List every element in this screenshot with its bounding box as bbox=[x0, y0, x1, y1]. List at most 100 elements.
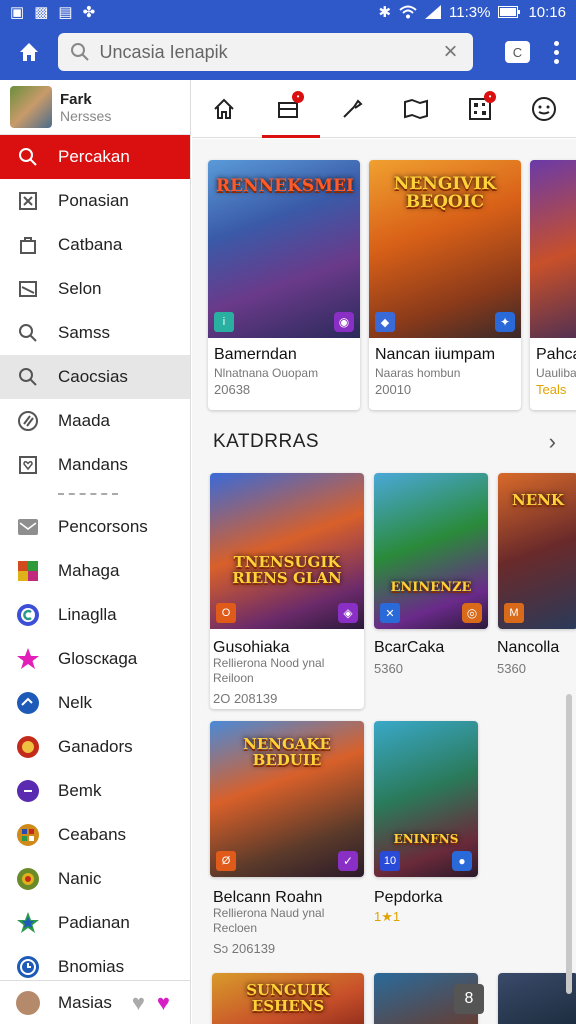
game-artwork bbox=[498, 973, 576, 1024]
sidebar-item-label: Ganadors bbox=[58, 737, 133, 756]
sidebar-item-label: Mandans bbox=[58, 455, 128, 474]
box-x-icon bbox=[16, 189, 40, 213]
card-title: Gusohiaka bbox=[213, 639, 290, 656]
game-card[interactable]: NENGAKE BEDUIE Ø ✓ bbox=[210, 721, 364, 877]
game-card[interactable]: ENINENZE ✕ ◎ bbox=[374, 473, 488, 629]
sidebar-item-selon[interactable]: Selon bbox=[0, 267, 190, 311]
card-meta: 20010 bbox=[375, 382, 412, 397]
tab-map[interactable] bbox=[384, 80, 448, 138]
genre-badge: ◈ bbox=[338, 603, 358, 623]
c-button[interactable]: C bbox=[504, 41, 531, 63]
sidebar-app-linaglla[interactable]: Linaglla bbox=[0, 593, 190, 637]
card-subtitle: Reiloon bbox=[213, 671, 254, 685]
circle-lines-icon bbox=[16, 409, 40, 433]
game-logo: RENNEKSMEI bbox=[216, 176, 354, 196]
sidebar-app-nelk[interactable]: Nelk bbox=[0, 681, 190, 725]
card-subtitle: Naaras hombun bbox=[375, 366, 461, 380]
game-card[interactable]: SUNGUIK ESHENS bbox=[212, 973, 364, 1024]
featured-card[interactable]: RENNEKSMEI i ◉ Bamerndan Nlnatnana Ouopa… bbox=[208, 160, 360, 410]
notification-icon: ▣ bbox=[10, 3, 25, 21]
sidebar-item-catbana[interactable]: Catbana bbox=[0, 223, 190, 267]
more-options-button[interactable] bbox=[536, 32, 576, 72]
slash-box-icon bbox=[16, 277, 40, 301]
sidebar-app-ganadors[interactable]: Ganadors bbox=[0, 725, 190, 769]
heart-icon[interactable]: ♥ bbox=[157, 990, 170, 1016]
profile-header[interactable]: Fark Nersses bbox=[0, 80, 190, 135]
shield-badge: ◆ bbox=[375, 312, 395, 332]
chevron-right-icon[interactable]: › bbox=[549, 429, 556, 455]
card-meta: 2O 208139 bbox=[213, 691, 278, 706]
sidebar-app-mahaga[interactable]: Mahaga bbox=[0, 549, 190, 593]
featured-card[interactable]: NENGIVIK BEQOIC ◆ ✦ Nancan iiumpam Naara… bbox=[369, 160, 521, 410]
game-artwork: RENNEKSMEI i ◉ bbox=[208, 160, 360, 338]
tab-profile[interactable] bbox=[512, 80, 576, 138]
tab-inbox[interactable]: • bbox=[256, 80, 320, 138]
shield-badge: Ø bbox=[216, 851, 236, 871]
sidebar-item-caocsias[interactable]: Caocsias bbox=[0, 355, 190, 399]
sidebar-item-samss[interactable]: Samss bbox=[0, 311, 190, 355]
grid-icon bbox=[16, 559, 40, 583]
heart-box-icon bbox=[16, 453, 40, 477]
play-icon bbox=[16, 779, 40, 803]
sidebar-item-maada[interactable]: Maada bbox=[0, 399, 190, 443]
clock-time: 10:16 bbox=[528, 3, 566, 21]
map-icon bbox=[404, 98, 428, 119]
tab-tools[interactable] bbox=[320, 80, 384, 138]
card-title: BcarCaka bbox=[374, 639, 445, 656]
sidebar-item-mandans[interactable]: Mandans bbox=[0, 443, 190, 487]
sidebar-item-ponasian[interactable]: Ponasian bbox=[0, 179, 190, 223]
search-icon bbox=[70, 43, 89, 61]
home-button[interactable] bbox=[0, 24, 58, 80]
home-icon bbox=[19, 43, 38, 61]
sidebar-app-ceabans[interactable]: Ceabans bbox=[0, 813, 190, 857]
sidebar-item-label: Percakan bbox=[58, 147, 130, 166]
clock-icon bbox=[16, 955, 40, 979]
heart-icon[interactable]: ♥ bbox=[132, 990, 145, 1016]
game-logo: ENINFNS bbox=[393, 832, 459, 846]
card-title: Bamerndan bbox=[214, 346, 297, 363]
sidebar-item-label: Linaglla bbox=[58, 605, 117, 624]
shield-badge: O bbox=[216, 603, 236, 623]
genre-badge: ◎ bbox=[462, 603, 482, 623]
sidebar-bottom-bar[interactable]: Masias ♥ ♥ bbox=[0, 980, 190, 1024]
card-subtitle: Uauliba bbox=[536, 366, 576, 380]
search-input[interactable] bbox=[99, 41, 441, 63]
tab-home[interactable] bbox=[192, 80, 256, 138]
main-content: RENNEKSMEI i ◉ Bamerndan Nlnatnana Ouopa… bbox=[192, 139, 576, 1024]
card-meta: 5360 bbox=[497, 661, 526, 676]
sidebar-app-bemk[interactable]: Bemk bbox=[0, 769, 190, 813]
sidebar: Fark Nersses Percakan Ponasian Catbana S… bbox=[0, 80, 191, 1024]
card-meta: Sɔ 206139 bbox=[213, 941, 276, 956]
game-artwork: ENINENZE ✕ ◎ bbox=[374, 473, 488, 629]
battery-icon bbox=[498, 6, 521, 18]
game-card[interactable] bbox=[498, 973, 576, 1024]
card-meta: Teals bbox=[536, 382, 567, 397]
mosaic-icon bbox=[16, 823, 40, 847]
mosaic-icon bbox=[16, 867, 40, 891]
card-title: Nancolla bbox=[497, 639, 560, 656]
info-badge: i bbox=[214, 312, 234, 332]
card-subtitle: Rellierona Naud ynal bbox=[213, 906, 325, 920]
scrollbar[interactable] bbox=[566, 694, 572, 994]
featured-card[interactable]: Pahca Uauliba Teals bbox=[530, 160, 576, 410]
genre-badge: ✓ bbox=[338, 851, 358, 871]
game-card[interactable]: ENINFNS 10 ● bbox=[374, 721, 478, 877]
sidebar-app-padianan[interactable]: Padianan bbox=[0, 901, 190, 945]
sidebar-item-percakan[interactable]: Percakan bbox=[0, 135, 190, 179]
home-icon bbox=[214, 98, 234, 119]
search-bar[interactable]: × bbox=[57, 33, 473, 71]
sidebar-item-label: Samss bbox=[58, 323, 110, 342]
clear-icon[interactable]: × bbox=[441, 40, 461, 64]
battery-percent: 11:3% bbox=[449, 3, 491, 21]
sidebar-app-gloscкaga[interactable]: Gloscкaga bbox=[0, 637, 190, 681]
floating-action-button[interactable]: 8 bbox=[454, 984, 484, 1014]
c-icon bbox=[16, 603, 40, 627]
game-card[interactable]: NENK M bbox=[498, 473, 576, 629]
card-subtitle: Nlnatnana Ouopam bbox=[214, 366, 319, 380]
tab-qr[interactable]: • bbox=[448, 80, 512, 138]
shield-badge: ✕ bbox=[380, 603, 400, 623]
sidebar-app-pencorsons[interactable]: Pencorsons bbox=[0, 505, 190, 549]
sidebar-app-nanic[interactable]: Nanic bbox=[0, 857, 190, 901]
app-bar: × C bbox=[0, 24, 576, 80]
genre-badge: ● bbox=[452, 851, 472, 871]
